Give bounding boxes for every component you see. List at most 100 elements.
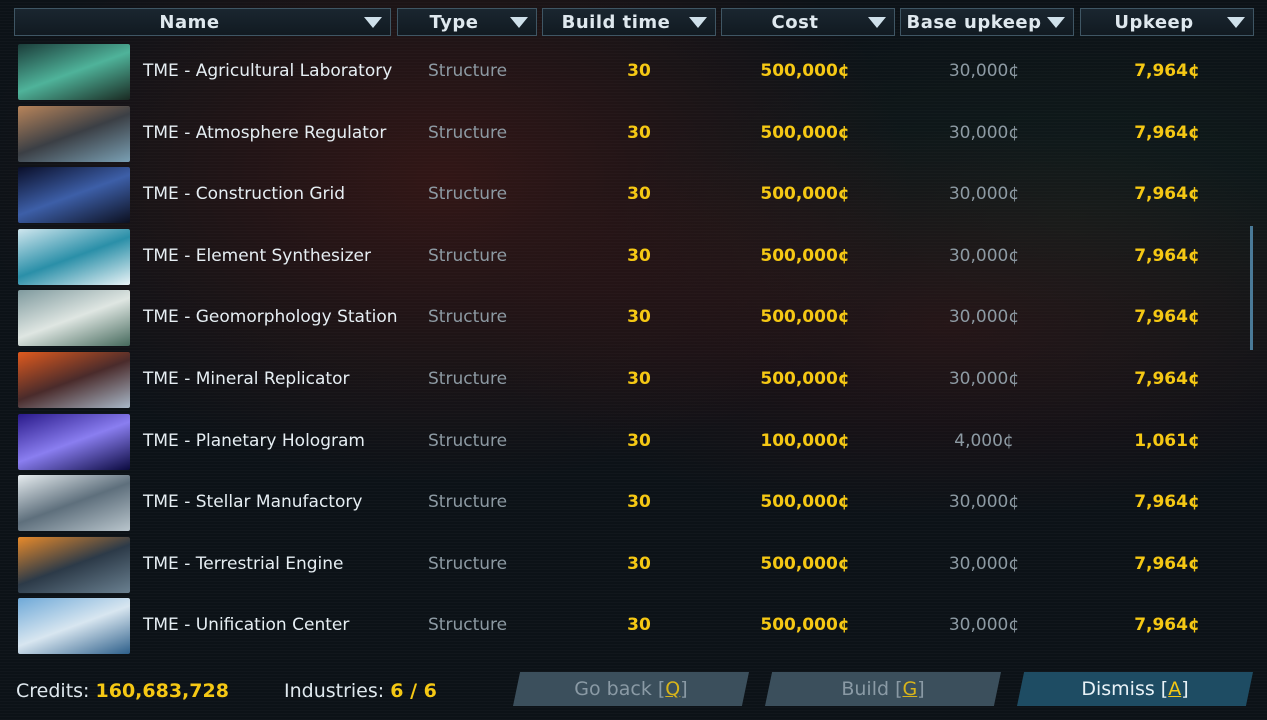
column-header-label: Name [159, 11, 220, 33]
structure-type: Structure [428, 245, 508, 266]
structure-upkeep: 7,964¢ [1134, 184, 1200, 205]
structure-cost: 500,000¢ [760, 245, 850, 266]
structure-base-upkeep: 30,000¢ [948, 492, 1020, 513]
industries-value: 6 / 6 [390, 680, 437, 702]
table-row[interactable]: TME - Element Synthesizer Structure 30 500,… [14, 226, 1250, 286]
structure-name: TME - Stellar Manufactory [143, 492, 363, 513]
structure-cost: 100,000¢ [760, 430, 850, 451]
credits-value: 160,683,728 [95, 680, 229, 702]
table-row[interactable]: TME - Atmosphere Regulator Structure 30 500… [14, 103, 1250, 163]
structure-thumbnail [18, 536, 130, 593]
structure-thumbnail [18, 105, 130, 162]
structure-cost: 500,000¢ [760, 492, 850, 513]
structure-upkeep: 7,964¢ [1134, 245, 1200, 266]
structure-name: TME - Mineral Replicator [143, 369, 350, 389]
list-scrollbar[interactable] [1250, 226, 1253, 350]
sort-triangle-down-icon[interactable] [510, 16, 528, 28]
structure-type: Structure [428, 369, 508, 389]
industries-stat: Industries: 6 / 6 [284, 680, 437, 702]
build-button[interactable]: Build [G] [765, 672, 1001, 706]
structure-type: Structure [428, 61, 508, 81]
structure-base-upkeep: 30,000¢ [948, 122, 1020, 143]
column-header-base-upkeep[interactable]: Base upkeep [900, 8, 1074, 36]
structure-thumbnail [18, 475, 130, 532]
structure-type: Structure [428, 184, 508, 205]
column-header-cost[interactable]: Cost [721, 8, 895, 36]
table-row[interactable]: TME - Construction Grid Structure 30 500,00… [14, 164, 1250, 224]
sort-triangle-down-icon[interactable] [689, 16, 707, 28]
structure-upkeep: 7,964¢ [1134, 615, 1200, 636]
column-header-upkeep[interactable]: Upkeep [1080, 8, 1254, 36]
structure-name: TME - Unification Center [143, 615, 350, 636]
structure-build-time: 30 [627, 492, 651, 513]
credits-stat: Credits: 160,683,728 [16, 680, 229, 702]
dismiss-hotkey: A [1168, 678, 1182, 700]
footer-bar: Credits: 160,683,728 Industries: 6 / 6 G… [0, 668, 1267, 720]
build-bracket: ] [917, 678, 925, 700]
table-row[interactable]: TME - Stellar Manufactory Structure 30 500,… [14, 472, 1250, 532]
structure-cost: 500,000¢ [760, 184, 850, 205]
credits-label: Credits: [16, 680, 90, 702]
structure-build-time: 30 [627, 184, 651, 205]
structure-name: TME - Planetary Hologram [143, 430, 365, 451]
column-header-type[interactable]: Type [397, 8, 537, 36]
table-row[interactable]: TME - Planetary Hologram Structure 30 100,0… [14, 411, 1250, 471]
structure-upkeep: 7,964¢ [1134, 61, 1200, 81]
structure-base-upkeep: 30,000¢ [948, 184, 1020, 205]
structure-build-time: 30 [627, 61, 651, 81]
structure-upkeep: 7,964¢ [1134, 553, 1200, 574]
structure-base-upkeep: 30,000¢ [948, 307, 1020, 328]
table-row[interactable]: TME - Unification Center Structure 30 500,0… [14, 595, 1250, 655]
structure-base-upkeep: 30,000¢ [948, 245, 1020, 266]
column-header-label: Cost [771, 11, 819, 33]
structure-base-upkeep: 30,000¢ [948, 553, 1020, 574]
go-back-hotkey: Q [665, 678, 681, 700]
structure-build-time: 30 [627, 307, 651, 328]
table-row[interactable]: TME - Geomorphology Station Structure 30 50… [14, 287, 1250, 347]
structure-name: TME - Geomorphology Station [143, 307, 398, 328]
structure-base-upkeep: 30,000¢ [948, 615, 1020, 636]
structure-build-time: 30 [627, 369, 651, 389]
go-back-bracket: ] [680, 678, 688, 700]
column-header-label: Type [429, 11, 479, 33]
structure-cost: 500,000¢ [760, 122, 850, 143]
structure-base-upkeep: 4,000¢ [954, 430, 1014, 451]
structure-base-upkeep: 30,000¢ [948, 369, 1020, 389]
dismiss-button[interactable]: Dismiss [A] [1017, 672, 1253, 706]
structure-thumbnail [18, 290, 130, 347]
structure-type: Structure [428, 122, 508, 143]
go-back-label: Go back [ [574, 678, 666, 700]
sort-triangle-down-icon[interactable] [868, 16, 886, 28]
column-header-name[interactable]: Name [14, 8, 391, 36]
structure-cost: 500,000¢ [760, 553, 850, 574]
structure-cost: 500,000¢ [760, 369, 850, 389]
structure-cost: 500,000¢ [760, 615, 850, 636]
structure-thumbnail [18, 413, 130, 470]
structure-name: TME - Terrestrial Engine [143, 553, 344, 574]
structure-thumbnail [18, 44, 130, 100]
sort-triangle-down-icon[interactable] [364, 16, 382, 28]
structure-upkeep: 7,964¢ [1134, 122, 1200, 143]
structure-cost: 500,000¢ [760, 307, 850, 328]
table-row[interactable]: TME - Terrestrial Engine Structure 30 500,0… [14, 534, 1250, 594]
structure-upkeep: 7,964¢ [1134, 369, 1200, 389]
structure-thumbnail [18, 352, 130, 408]
structure-upkeep: 1,061¢ [1134, 430, 1200, 451]
structure-build-time: 30 [627, 553, 651, 574]
dismiss-label: Dismiss [ [1081, 678, 1169, 700]
sort-triangle-down-icon[interactable] [1047, 16, 1065, 28]
table-row[interactable]: TME - Agricultural Laboratory Structure 30… [14, 41, 1250, 101]
structure-type: Structure [428, 430, 508, 451]
structure-cost: 500,000¢ [760, 61, 850, 81]
build-label: Build [ [841, 678, 903, 700]
go-back-button[interactable]: Go back [Q] [513, 672, 749, 706]
structure-thumbnail [18, 598, 130, 655]
table-header: Name Type Build time Cost Base upkeep Up… [14, 8, 1254, 38]
structure-name: TME - Agricultural Laboratory [143, 61, 393, 81]
column-header-build-time[interactable]: Build time [542, 8, 716, 36]
structure-base-upkeep: 30,000¢ [948, 61, 1020, 81]
sort-triangle-down-icon[interactable] [1227, 16, 1245, 28]
table-row[interactable]: TME - Mineral Replicator Structure 30 500,0… [14, 349, 1250, 409]
column-header-label: Base upkeep [906, 11, 1042, 33]
structure-type: Structure [428, 615, 508, 636]
